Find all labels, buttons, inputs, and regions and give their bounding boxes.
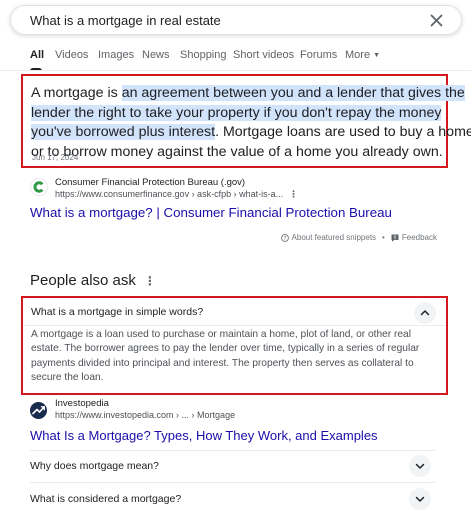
paa-question[interactable]: What is a mortgage in simple words? [31,306,203,318]
feedback-link[interactable]: Feedback [402,233,437,242]
help-icon: ? [280,234,289,242]
source-url: https://www.investopedia.com › ... › Mor… [55,410,236,420]
snippet-line: lender the right to take your property i… [31,104,443,124]
tab-short-videos[interactable]: Short videos [233,49,294,61]
svg-text:?: ? [283,236,286,242]
paa-question-row[interactable]: Why does mortgage mean? [30,452,436,480]
featured-snippet-highlight: A mortgage is an agreement between you a… [21,74,471,168]
snippet-line: A mortgage is an agreement between you a… [31,84,465,104]
about-featured-snippets-link[interactable]: About featured snippets [292,233,377,242]
more-options-icon[interactable]: ⋮ [144,274,156,288]
tab-more-label: More [345,49,371,61]
answer-line: estate. The borrower agrees to pay the l… [31,343,420,355]
paa-question: What is considered a mortgage? [30,493,182,505]
chevron-down-icon [415,463,425,469]
tabs-divider [0,70,471,71]
source-name: Consumer Financial Protection Bureau (.g… [55,177,246,188]
close-icon[interactable] [430,14,443,27]
snippet-text-plain: A mortgage is [31,85,122,101]
featured-snippet-text: A mortgage is an agreement between you a… [31,84,471,163]
snippet-text-highlighted: you've borrowed plus interest [31,124,216,140]
chevron-down-icon [415,496,425,502]
divider [30,450,436,451]
tab-news[interactable]: News [142,49,170,61]
snippet-line: you've borrowed plus interest. Mortgage … [31,123,471,143]
snippet-date: Jun 17, 2024 [32,153,79,162]
more-options-icon[interactable]: ⋮ [289,189,298,199]
chevron-up-icon [420,310,430,316]
expand-button[interactable] [409,488,431,510]
investopedia-logo-icon [30,402,47,419]
tab-all[interactable]: All [30,49,44,61]
source-attribution[interactable]: Consumer Financial Protection Bureau (.g… [30,177,330,203]
paa-question-row[interactable]: What is considered a mortgage? [30,485,436,512]
snippet-text-highlighted: an agreement between you and a lender th… [121,85,465,101]
source-url-text: https://www.consumerfinance.gov › ask-cf… [55,189,284,199]
search-input[interactable]: What is a mortgage in real estate [30,13,221,28]
divider [23,325,446,326]
snippet-text-plain: . Mortgage loans are used to buy a home [215,124,471,140]
tab-forums[interactable]: Forums [300,49,337,61]
paa-expanded-question: What is a mortgage in simple words? A mo… [21,296,448,395]
people-also-ask-heading: People also ask ⋮ [30,272,156,289]
tab-shopping[interactable]: Shopping [180,49,227,61]
source-url: https://www.consumerfinance.gov › ask-cf… [55,189,298,200]
search-tabs: All Videos Images News Shopping Short vi… [0,49,471,71]
answer-line: payments divided into principal and inte… [31,357,414,369]
separator: • [382,233,385,242]
about-feedback-row: ? About featured snippets • Feedback [280,233,437,242]
result-title-link[interactable]: What is a mortgage? | Consumer Financial… [30,205,392,220]
snippet-text-highlighted: lender the right to take your property i… [31,104,442,121]
snippet-text-plain: or to borrow money against the value of … [31,143,443,160]
divider [30,482,436,483]
snippet-line: or to borrow money against the value of … [31,143,443,163]
source-name: Investopedia [55,398,109,409]
collapse-button[interactable] [414,302,436,324]
tab-images[interactable]: Images [98,49,134,61]
search-bar[interactable]: What is a mortgage in real estate [10,5,462,35]
paa-heading-text: People also ask [30,272,136,289]
tab-videos[interactable]: Videos [55,49,88,61]
tab-more[interactable]: More ▼ [345,49,380,61]
cfpb-logo-icon [30,178,48,196]
answer-line: A mortgage is a loan used to purchase or… [31,329,411,340]
expand-button[interactable] [409,455,431,477]
feedback-icon [391,234,399,242]
paa-answer-text: A mortgage is a loan used to purchase or… [31,328,443,386]
caret-down-icon: ▼ [373,52,380,59]
answer-source-title-link[interactable]: What Is a Mortgage? Types, How They Work… [30,428,378,443]
answer-line: secure the loan. [31,372,104,384]
paa-question: Why does mortgage mean? [30,460,159,472]
answer-source-attribution[interactable]: Investopedia https://www.investopedia.co… [30,398,330,424]
